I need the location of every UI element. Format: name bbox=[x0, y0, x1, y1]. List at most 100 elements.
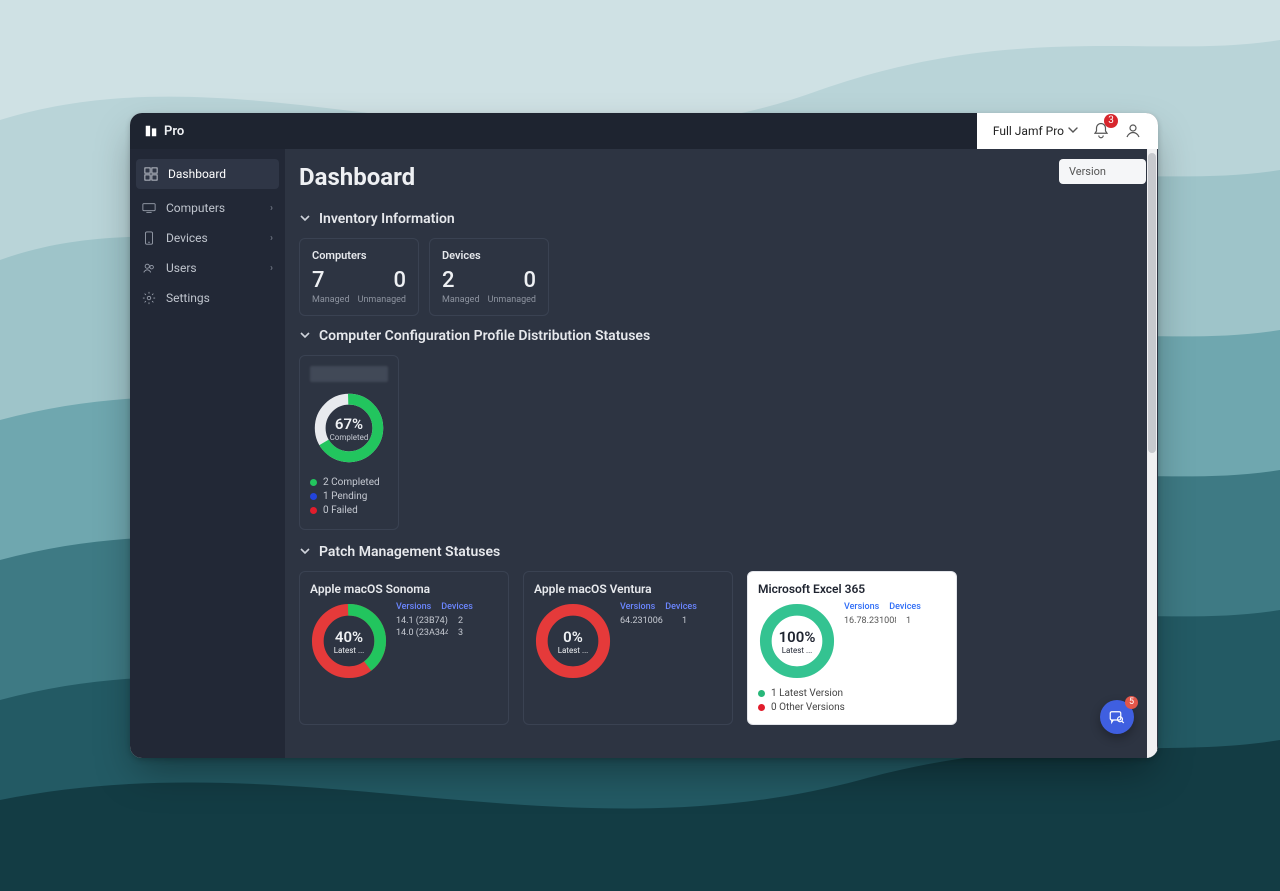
topbar: Pro Full Jamf Pro 3 bbox=[130, 113, 1158, 149]
sidebar: Dashboard Computers › Devices › Users › … bbox=[130, 149, 285, 758]
patch-title: Microsoft Excel 365 bbox=[758, 582, 946, 596]
sidebar-item-label: Computers bbox=[166, 201, 225, 215]
config-profile-card[interactable]: 67% Completed 2 Completed 1 Pending 0 Fa… bbox=[299, 355, 399, 530]
patch-versions-table: VersionsDevices 64.2310061 bbox=[620, 602, 697, 680]
unmanaged-label: Unmanaged bbox=[358, 295, 406, 305]
chevron-right-icon: › bbox=[270, 203, 273, 214]
sidebar-item-label: Dashboard bbox=[168, 167, 226, 181]
gear-icon bbox=[142, 291, 156, 305]
legend-dot-completed bbox=[310, 479, 317, 486]
patch-card-sonoma[interactable]: Apple macOS Sonoma 40% Lates bbox=[299, 571, 509, 725]
patch-donut: 100% Latest ... bbox=[758, 602, 836, 680]
legend-text: 0 Failed bbox=[323, 505, 358, 516]
brand: Pro bbox=[130, 124, 184, 139]
inventory-card-computers[interactable]: Computers 7 0 Managed Unmanaged bbox=[299, 238, 419, 316]
chevron-right-icon: › bbox=[270, 263, 273, 274]
legend-dot-failed bbox=[310, 507, 317, 514]
patch-donut: 0% Latest ... bbox=[534, 602, 612, 680]
sidebar-item-label: Users bbox=[166, 261, 197, 275]
patch-sublabel: Latest ... bbox=[782, 646, 813, 655]
legend-dot-other bbox=[758, 704, 765, 711]
patch-donut: 40% Latest ... bbox=[310, 602, 388, 680]
sidebar-item-devices[interactable]: Devices › bbox=[130, 223, 285, 253]
unmanaged-count: 0 bbox=[523, 268, 536, 293]
version-cell: 16.78.231008 bbox=[844, 616, 896, 626]
col-versions: Versions bbox=[620, 602, 655, 612]
brand-name: Pro bbox=[164, 124, 184, 139]
col-versions: Versions bbox=[844, 602, 879, 612]
chevron-down-icon bbox=[299, 542, 311, 561]
completion-donut: 67% Completed bbox=[313, 392, 385, 464]
managed-count: 7 bbox=[312, 268, 325, 293]
scrollbar[interactable] bbox=[1147, 149, 1157, 758]
version-cell: 14.1 (23B74) bbox=[396, 616, 448, 626]
patch-title: Apple macOS Ventura bbox=[534, 582, 722, 596]
section-config-header[interactable]: Computer Configuration Profile Distribut… bbox=[299, 326, 1144, 345]
legend-text: 1 Latest Version bbox=[771, 688, 843, 699]
managed-label: Managed bbox=[442, 295, 480, 305]
sidebar-item-settings[interactable]: Settings bbox=[130, 283, 285, 313]
help-chat-fab[interactable]: 5 bbox=[1100, 700, 1134, 734]
devices-cell: 1 bbox=[682, 616, 687, 626]
sidebar-item-dashboard[interactable]: Dashboard bbox=[136, 159, 279, 189]
col-devices: Devices bbox=[441, 602, 473, 612]
completion-sublabel: Completed bbox=[330, 433, 369, 442]
unmanaged-label: Unmanaged bbox=[488, 295, 536, 305]
body: Dashboard Computers › Devices › Users › … bbox=[130, 149, 1158, 758]
card-title: Devices bbox=[442, 249, 536, 262]
sidebar-item-computers[interactable]: Computers › bbox=[130, 193, 285, 223]
sidebar-item-users[interactable]: Users › bbox=[130, 253, 285, 283]
patch-title: Apple macOS Sonoma bbox=[310, 582, 498, 596]
inventory-cards: Computers 7 0 Managed Unmanaged Devices bbox=[299, 238, 1144, 316]
main: Version Dashboard Inventory Information … bbox=[285, 149, 1158, 758]
col-devices: Devices bbox=[889, 602, 921, 612]
users-icon bbox=[142, 261, 156, 275]
patch-versions-table: Versions Devices 14.1 (23B74) 2 14.0 (23A3… bbox=[396, 602, 473, 680]
devices-cell: 1 bbox=[906, 616, 911, 626]
org-switcher[interactable]: Full Jamf Pro bbox=[993, 124, 1078, 138]
page-title: Dashboard bbox=[299, 163, 1144, 191]
patch-sublabel: Latest ... bbox=[334, 646, 365, 655]
patch-card-ventura[interactable]: Apple macOS Ventura 0% Latest ... bbox=[523, 571, 733, 725]
section-patch-header[interactable]: Patch Management Statuses bbox=[299, 542, 1144, 561]
chevron-right-icon: › bbox=[270, 233, 273, 244]
legend-text: 0 Other Versions bbox=[771, 702, 845, 713]
legend-dot-latest bbox=[758, 690, 765, 697]
notification-badge: 3 bbox=[1104, 114, 1118, 128]
patch-sublabel: Latest ... bbox=[558, 646, 589, 655]
app-window: Pro Full Jamf Pro 3 bbox=[130, 113, 1158, 758]
device-icon bbox=[142, 231, 156, 245]
sidebar-item-label: Devices bbox=[166, 231, 208, 245]
section-title: Inventory Information bbox=[319, 211, 455, 227]
patch-percent: 0% bbox=[563, 628, 583, 646]
version-cell: 14.0 (23A344) bbox=[396, 628, 448, 638]
topbar-right: Full Jamf Pro 3 bbox=[977, 113, 1158, 149]
profile-name-redacted bbox=[310, 366, 388, 382]
chevron-down-icon bbox=[1068, 124, 1078, 138]
unmanaged-count: 0 bbox=[393, 268, 406, 293]
notifications-button[interactable]: 3 bbox=[1092, 122, 1110, 140]
version-pill: Version bbox=[1059, 159, 1146, 184]
chevron-down-icon bbox=[299, 209, 311, 228]
patch-percent: 40% bbox=[335, 628, 363, 646]
managed-count: 2 bbox=[442, 268, 455, 293]
account-button[interactable] bbox=[1124, 122, 1142, 140]
user-icon bbox=[1124, 122, 1142, 140]
patch-legend: 1 Latest Version 0 Other Versions bbox=[758, 688, 946, 713]
version-label: Version bbox=[1069, 165, 1106, 178]
legend-text: 1 Pending bbox=[323, 491, 367, 502]
section-inventory-header[interactable]: Inventory Information bbox=[299, 209, 1144, 228]
inventory-card-devices[interactable]: Devices 2 0 Managed Unmanaged bbox=[429, 238, 549, 316]
patch-card-excel[interactable]: Microsoft Excel 365 100% Latest ... bbox=[747, 571, 957, 725]
brand-logo-icon bbox=[144, 124, 158, 138]
completion-percent: 67% bbox=[335, 415, 363, 433]
col-versions: Versions bbox=[396, 602, 431, 612]
patch-cards: Apple macOS Sonoma 40% Lates bbox=[299, 571, 1144, 725]
managed-label: Managed bbox=[312, 295, 350, 305]
patch-versions-table: Versions Devices 16.78.231008 1 bbox=[844, 602, 921, 680]
scrollbar-thumb[interactable] bbox=[1148, 153, 1156, 453]
fab-badge: 5 bbox=[1125, 696, 1138, 709]
version-cell: 64.231006 bbox=[620, 616, 672, 626]
devices-cell: 2 bbox=[458, 616, 463, 626]
patch-percent: 100% bbox=[779, 628, 816, 646]
